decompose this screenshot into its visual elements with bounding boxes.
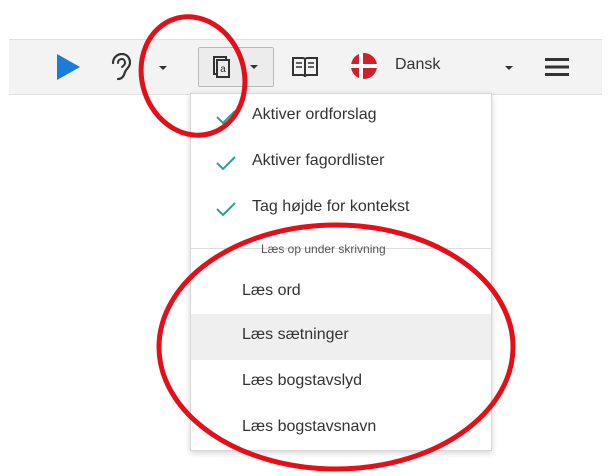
listen-button[interactable] (105, 50, 135, 84)
dictionary-button[interactable] (288, 50, 322, 84)
menu-item-laes-bogstavsnavn[interactable]: Læs bogstavsnavn (191, 406, 491, 452)
menu-item-laes-saetninger[interactable]: Læs sætninger (191, 314, 491, 360)
menu-item-label: Tag højde for kontekst (252, 198, 410, 215)
checkmark-icon (216, 110, 236, 125)
menu-item-label: Aktiver fagordlister (252, 152, 385, 169)
language-flag[interactable] (350, 52, 378, 80)
menu-item-label: Læs bogstavslyd (242, 372, 363, 389)
language-label[interactable]: Dansk (395, 56, 440, 74)
svg-text:a: a (220, 64, 226, 75)
menu-item-tag-hojde-for-kontekst[interactable]: Tag højde for kontekst (191, 186, 491, 232)
checkmark-icon (216, 202, 236, 217)
menu-item-aktiver-fagordlister[interactable]: Aktiver fagordlister (191, 140, 491, 186)
menu-item-laes-ord[interactable]: Læs ord (191, 270, 491, 316)
menu-item-label: Læs bogstavsnavn (242, 418, 377, 435)
ear-icon (111, 53, 131, 81)
book-icon (292, 57, 318, 78)
menu-section-title: Læs op under skrivning (261, 242, 386, 256)
caret-down-icon (159, 66, 167, 70)
menu-item-laes-bogstavslyd[interactable]: Læs bogstavslyd (191, 360, 491, 406)
menu-item-label: Læs sætninger (242, 326, 349, 343)
play-button[interactable] (50, 50, 86, 84)
menu-item-aktiver-ordforslag[interactable]: Aktiver ordforslag (191, 94, 491, 140)
danish-flag-icon (351, 53, 377, 79)
caret-down-icon (505, 66, 513, 70)
play-icon (57, 54, 80, 80)
listen-dropdown-caret[interactable] (155, 58, 171, 78)
word-prediction-icon: a (213, 56, 230, 78)
toolbar: a Dansk (9, 39, 602, 95)
checkmark-icon (216, 156, 236, 171)
word-prediction-menu: Aktiver ordforslag Aktiver fagordlister … (190, 93, 492, 451)
main-menu-button[interactable] (542, 52, 572, 82)
menu-item-label: Læs ord (242, 282, 301, 299)
caret-down-icon (250, 65, 258, 69)
menu-item-label: Aktiver ordforslag (252, 106, 377, 123)
hamburger-menu-icon (545, 58, 569, 76)
word-prediction-button[interactable]: a (198, 47, 274, 87)
language-dropdown-caret[interactable] (501, 58, 517, 78)
